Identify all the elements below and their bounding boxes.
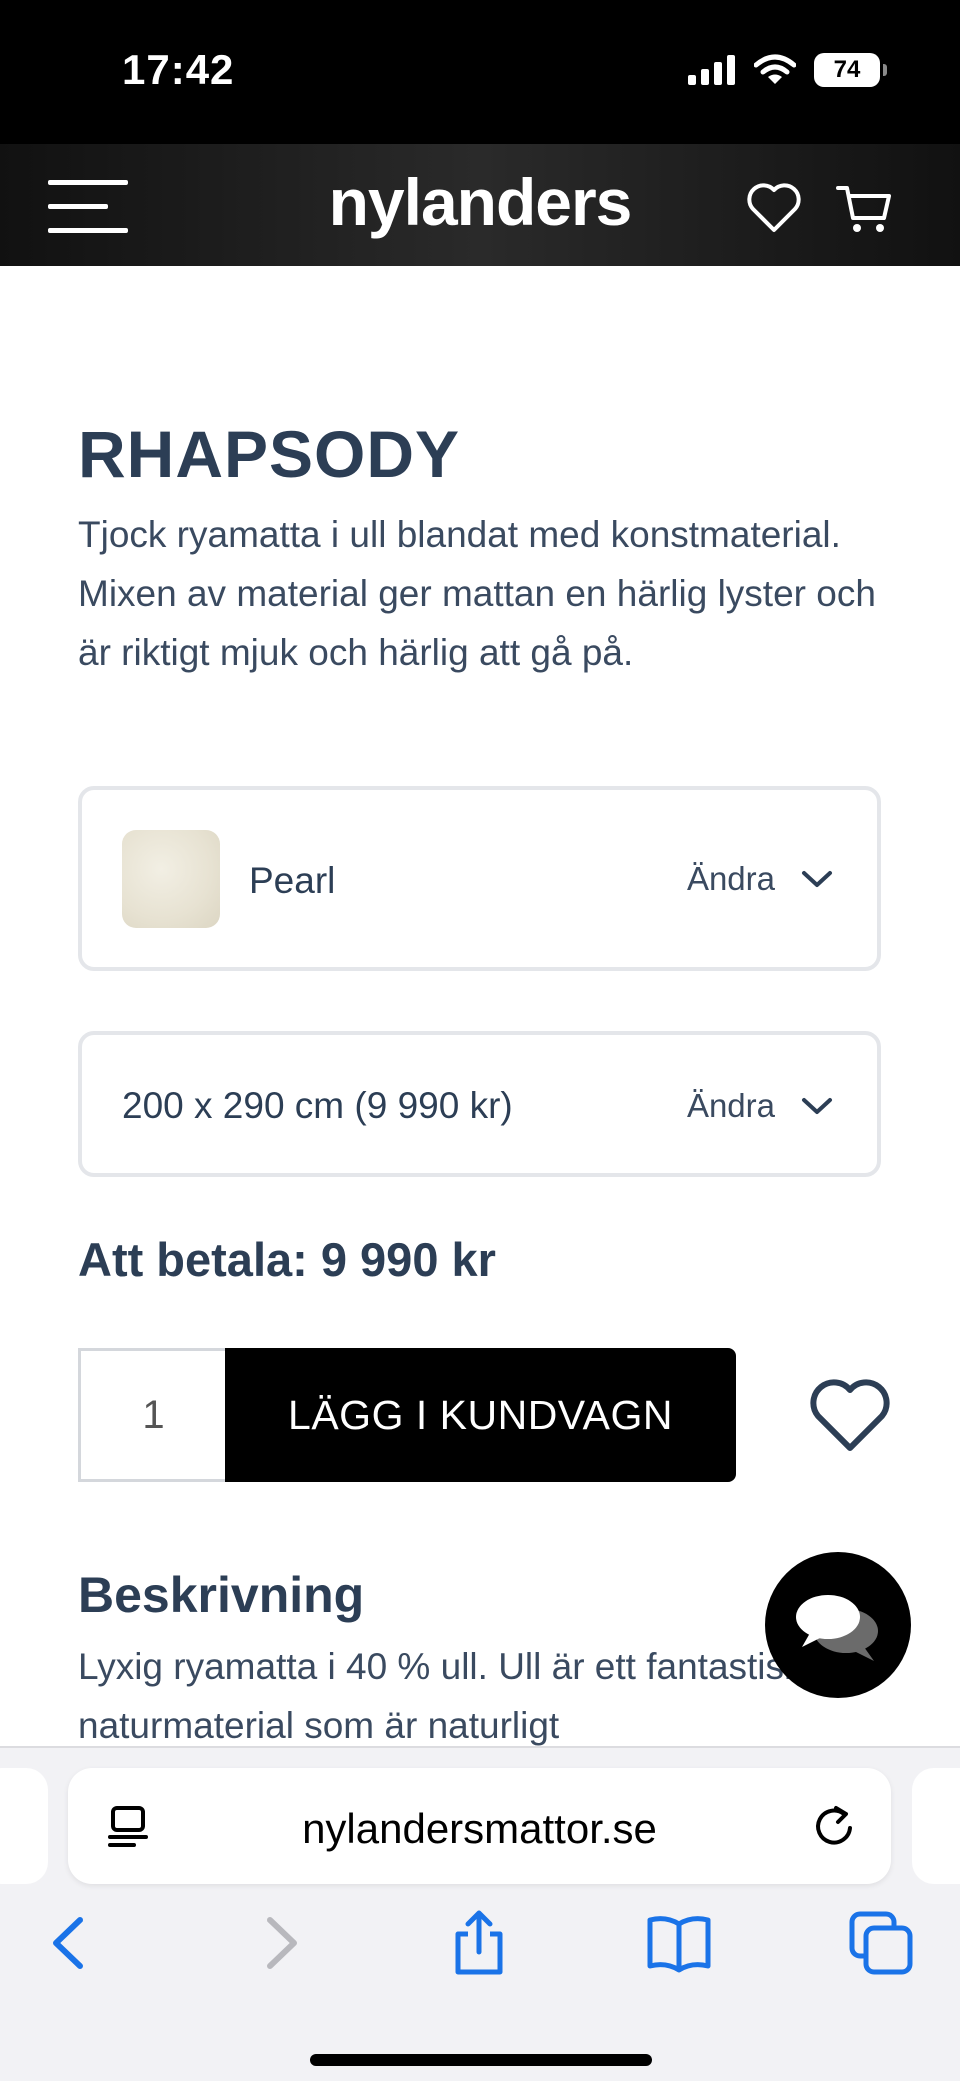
size-change-label: Ändra: [686, 1087, 775, 1124]
next-tab-preview[interactable]: [912, 1768, 960, 1884]
site-header: nylanders: [0, 144, 960, 266]
wishlist-heart-icon[interactable]: [808, 1378, 892, 1454]
description-heading: Beskrivning: [78, 1567, 365, 1623]
size-selector[interactable]: 200 x 290 cm (9 990 kr) Ändra: [78, 1031, 881, 1177]
chat-button[interactable]: [765, 1552, 911, 1698]
reload-icon[interactable]: [810, 1802, 858, 1850]
wifi-icon: [754, 54, 796, 84]
back-icon[interactable]: [38, 1910, 104, 1976]
previous-tab-preview[interactable]: [0, 1768, 48, 1884]
size-change[interactable]: Ändra: [687, 1087, 833, 1125]
color-change[interactable]: Ändra: [687, 860, 833, 898]
home-indicator: [310, 2054, 652, 2066]
heart-icon[interactable]: [744, 178, 804, 238]
bookmarks-icon[interactable]: [646, 1910, 712, 1976]
description-body: Lyxig ryamatta i 40 % ull. Ull är ett fa…: [78, 1646, 813, 1746]
product-description: Tjock ryamatta i ull blandat med konstma…: [78, 514, 876, 673]
status-time: 17:42: [122, 46, 235, 93]
cart-icon[interactable]: [834, 178, 894, 238]
total-price: Att betala: 9 990 kr: [78, 1233, 496, 1286]
site-logo[interactable]: nylanders: [0, 164, 960, 240]
battery-icon: 74: [814, 53, 887, 87]
url-text: nylandersmattor.se: [302, 1805, 657, 1852]
chat-icon: [796, 1595, 878, 1661]
status-indicators: 74: [688, 50, 887, 90]
quantity-input[interactable]: [78, 1348, 226, 1482]
tabs-icon[interactable]: [848, 1910, 914, 1976]
chevron-down-icon: [802, 871, 832, 887]
color-swatch: [122, 830, 220, 928]
status-bar: 17:42 74: [0, 0, 960, 144]
color-change-label: Ändra: [686, 860, 775, 897]
browser-toolbar: nylandersmattor.se: [0, 1746, 960, 2081]
address-bar[interactable]: nylandersmattor.se: [68, 1768, 891, 1884]
chevron-down-icon: [802, 1098, 832, 1114]
battery-level: 74: [833, 56, 861, 83]
product-title: RHAPSODY: [78, 417, 461, 491]
color-selector[interactable]: Pearl Ändra: [78, 786, 881, 971]
color-value: Pearl: [249, 860, 336, 901]
share-icon[interactable]: [446, 1910, 512, 1976]
size-value: 200 x 290 cm (9 990 kr): [122, 1085, 513, 1126]
forward-icon[interactable]: [246, 1910, 312, 1976]
signal-icon: [688, 55, 735, 85]
add-to-cart-button[interactable]: LÄGG I KUNDVAGN: [225, 1348, 736, 1482]
